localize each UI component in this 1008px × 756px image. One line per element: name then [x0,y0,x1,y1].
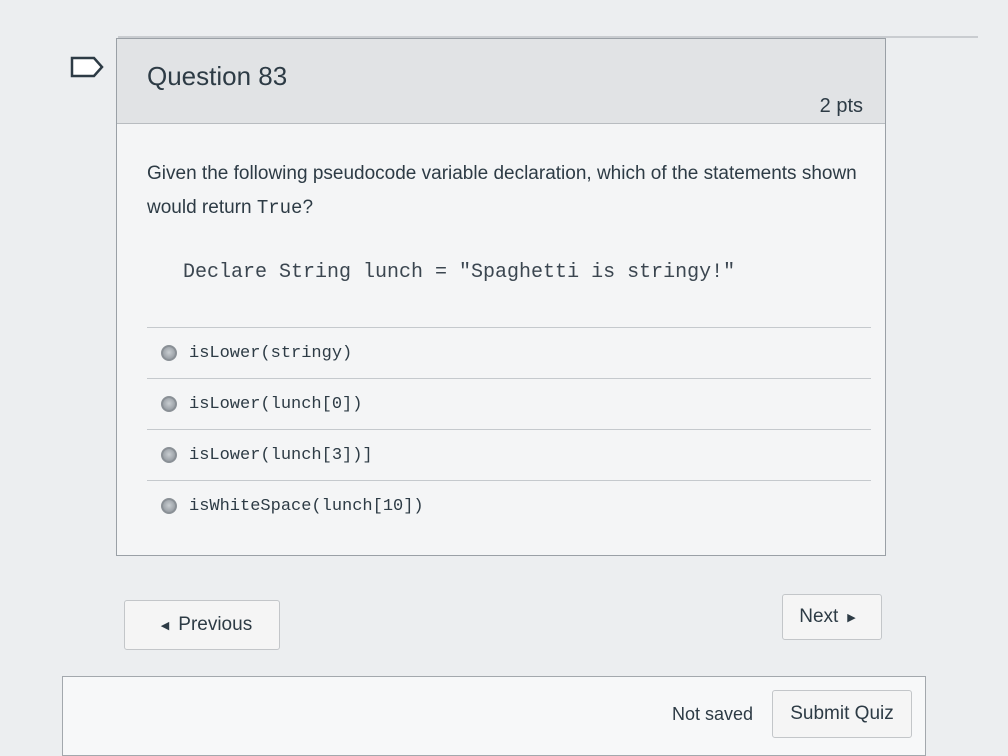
answer-label: isLower(lunch[0]) [189,394,363,414]
radio-button[interactable] [161,345,177,361]
answer-list: isLower(stringy) isLower(lunch[0]) isLow… [147,327,871,531]
radio-button[interactable] [161,447,177,463]
question-card: Question 83 2 pts Given the following ps… [116,38,886,556]
prompt-end: ? [302,197,314,218]
answer-label: isWhiteSpace(lunch[10]) [189,496,424,516]
answer-label: isLower(lunch[3])] [189,445,373,465]
question-header: Question 83 2 pts [117,39,885,124]
prompt-code: True [256,197,303,219]
next-button[interactable]: Next ▶ [782,594,882,640]
answer-option[interactable]: isWhiteSpace(lunch[10]) [147,480,871,531]
question-points: 2 pts [819,95,863,117]
caret-left-icon: ◀ [160,619,170,632]
question-title: Question 83 [147,61,288,91]
previous-button[interactable]: ◀ Previous [124,600,280,650]
answer-option[interactable]: isLower(stringy) [147,327,871,378]
bookmark-icon[interactable] [70,56,104,78]
radio-button[interactable] [161,498,177,514]
answer-option[interactable]: isLower(lunch[3])] [147,429,871,480]
caret-right-icon: ▶ [847,611,856,624]
next-label: Next [799,606,839,627]
answer-option[interactable]: isLower(lunch[0]) [147,378,871,429]
save-status: Not saved [672,704,754,724]
answer-label: isLower(stringy) [189,343,353,363]
question-prompt: Given the following pseudocode variable … [147,157,877,225]
prompt-text: Given the following pseudocode variable … [147,163,857,218]
submit-quiz-button[interactable]: Submit Quiz [772,690,912,738]
submit-label: Submit Quiz [790,703,894,724]
code-declaration: Declare String lunch = "Spaghetti is str… [183,261,736,284]
radio-button[interactable] [161,396,177,412]
previous-label: Previous [178,614,253,635]
